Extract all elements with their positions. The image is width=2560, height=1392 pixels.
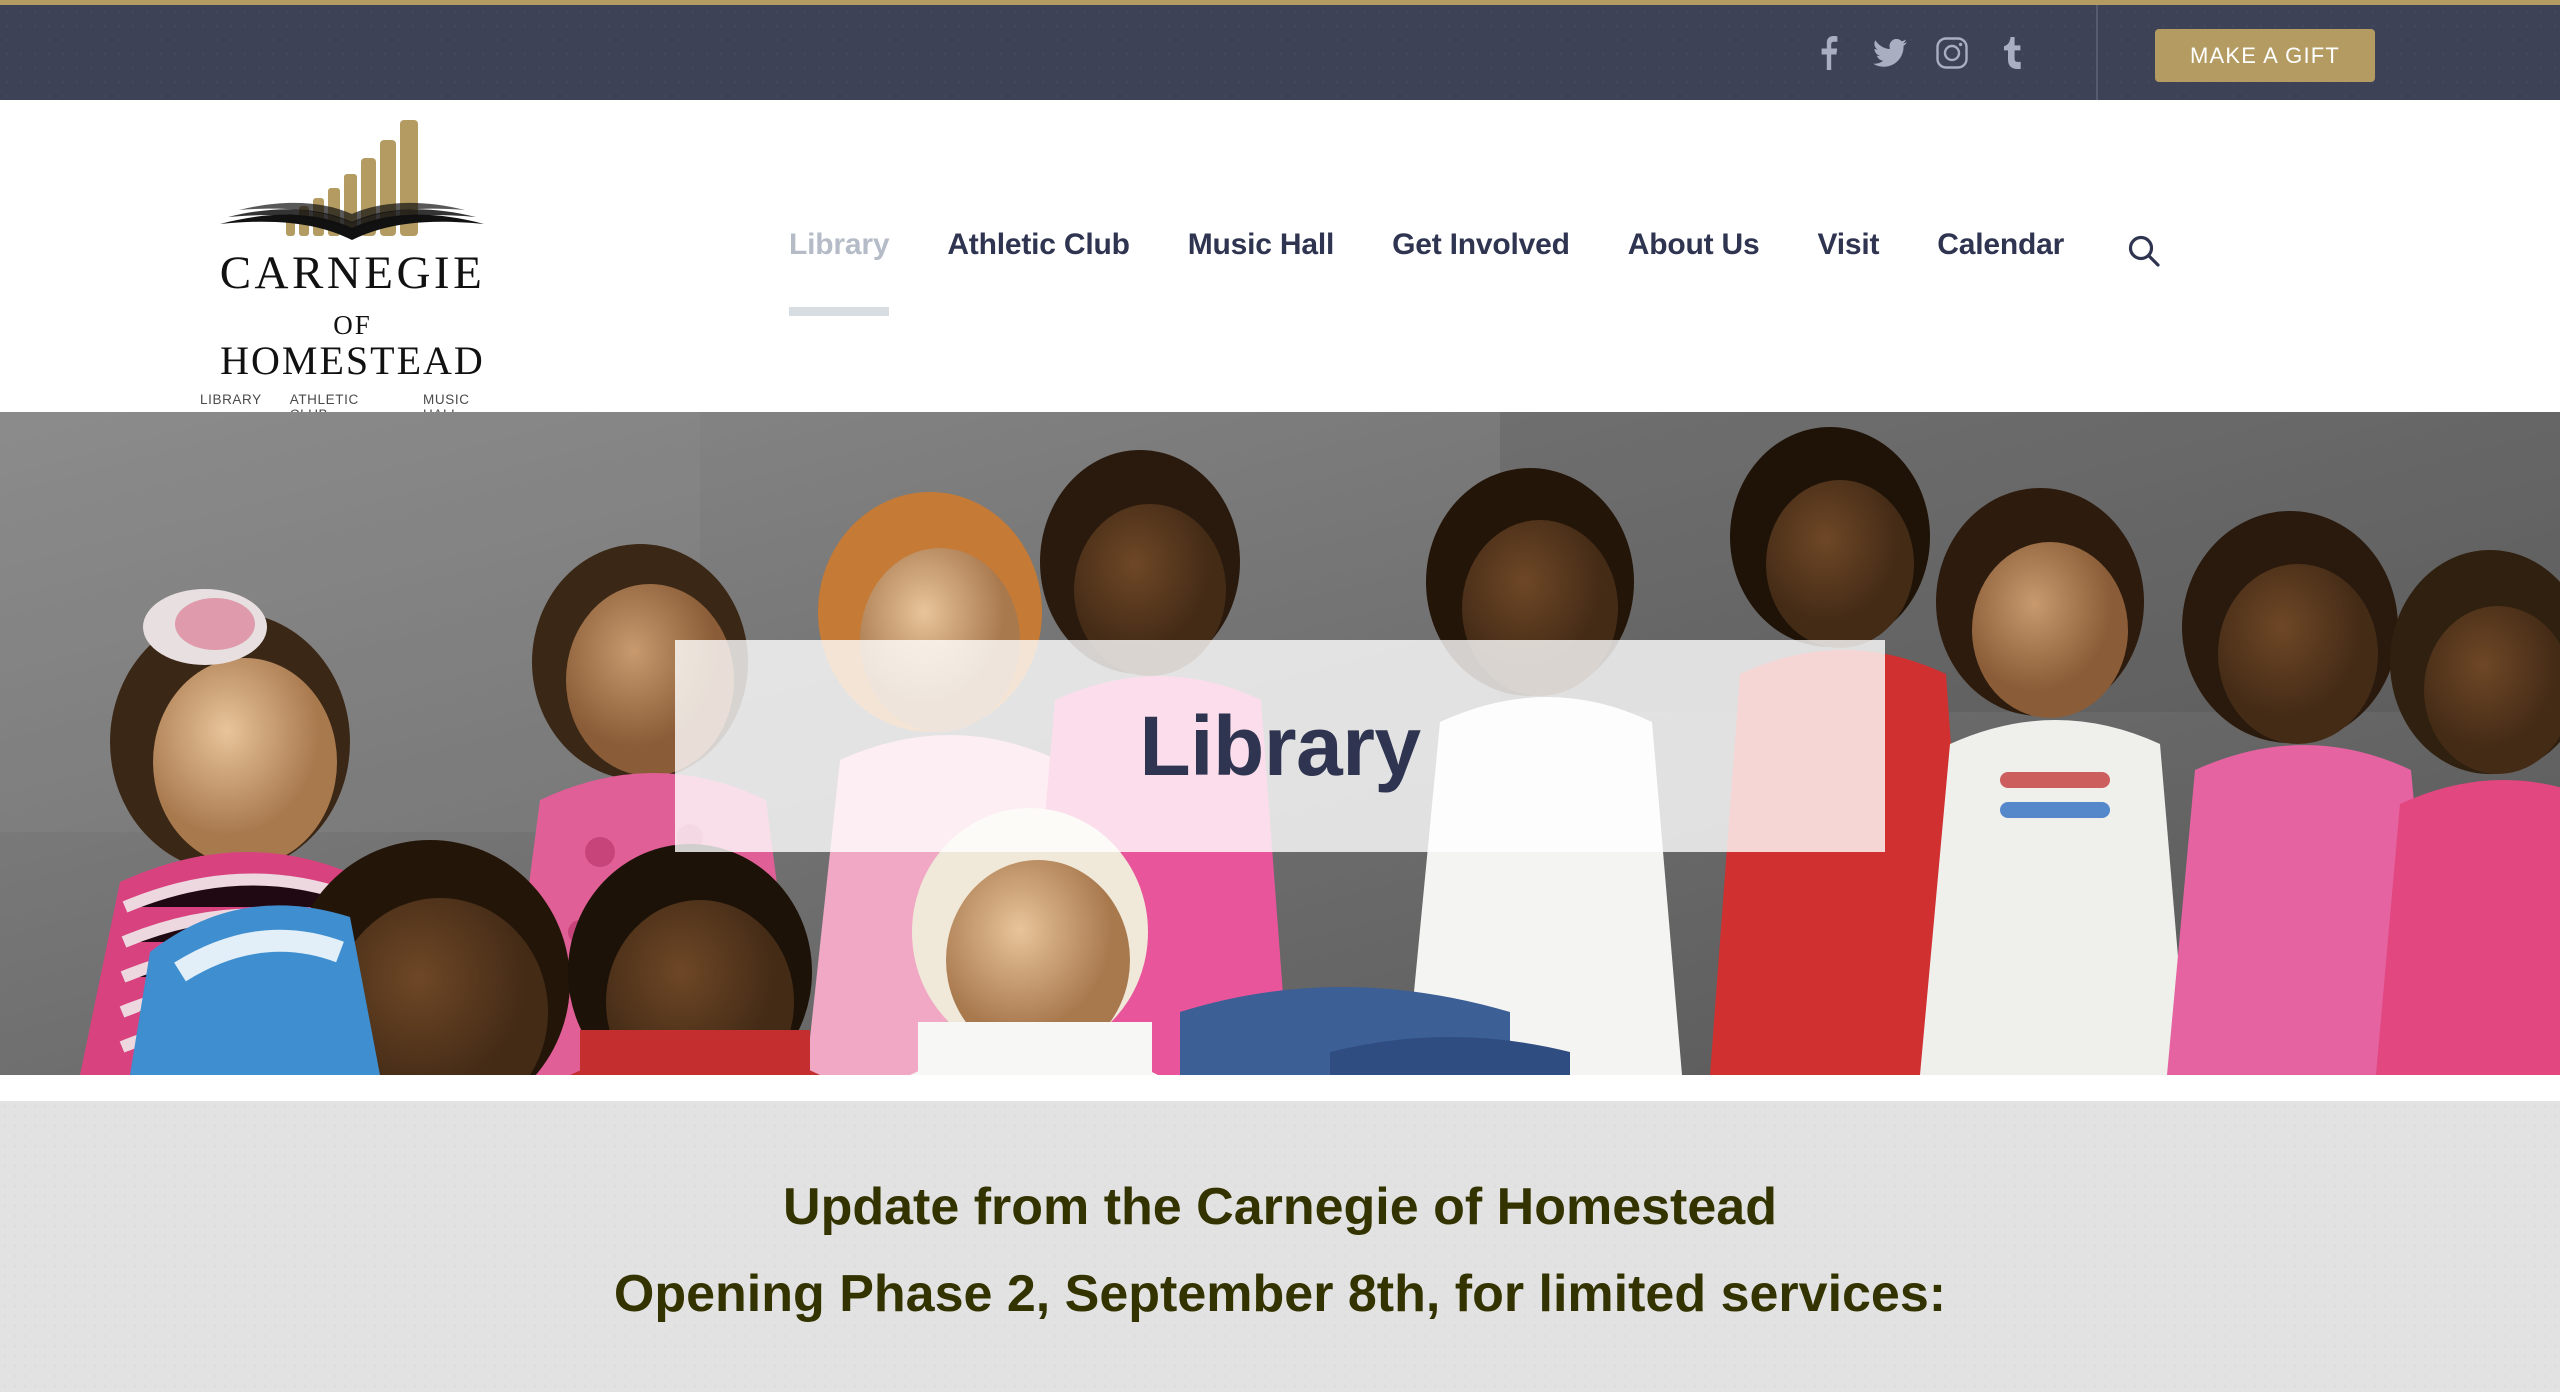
tumblr-icon[interactable] xyxy=(1996,35,2032,71)
instagram-icon[interactable] xyxy=(1934,35,1970,71)
logo-word-of: OF xyxy=(333,310,372,340)
announcement-section: Update from the Carnegie of Homestead Op… xyxy=(0,1101,2560,1392)
nav-item-athletic-club[interactable]: Athletic Club xyxy=(918,228,1158,262)
logo-pipes-and-book-icon xyxy=(200,118,505,250)
nav-item-get-involved[interactable]: Get Involved xyxy=(1363,228,1599,262)
logo-line-carnegie: CARNEGIE xyxy=(219,247,486,299)
page-root: MAKE A GIFT CARNEGIE OF HOMESTEAD LIBRAR… xyxy=(0,0,2560,1392)
make-a-gift-button[interactable]: MAKE A GIFT xyxy=(2155,29,2375,82)
main-navigation: Library Athletic Club Music Hall Get Inv… xyxy=(760,228,2167,316)
social-links xyxy=(1810,5,2032,100)
logo-line-of-homestead: OF HOMESTEAD xyxy=(200,301,505,381)
announcement-line-1: Update from the Carnegie of Homestead xyxy=(783,1178,1777,1236)
page-title: Library xyxy=(1139,698,1421,793)
site-logo[interactable]: CARNEGIE OF HOMESTEAD LIBRARY ATHLETIC C… xyxy=(200,118,505,422)
hero-title-overlay: Library xyxy=(675,640,1885,852)
logo-wordmark: CARNEGIE OF HOMESTEAD xyxy=(200,250,505,381)
nav-item-visit[interactable]: Visit xyxy=(1788,228,1908,262)
nav-item-about-us[interactable]: About Us xyxy=(1599,228,1789,262)
nav-item-library[interactable]: Library xyxy=(760,228,918,316)
facebook-icon[interactable] xyxy=(1810,35,1846,71)
announcement-line-2: Opening Phase 2, September 8th, for limi… xyxy=(613,1265,1947,1324)
logo-word-homestead: HOMESTEAD xyxy=(220,338,485,383)
utility-bar-divider xyxy=(2096,5,2098,100)
nav-item-music-hall[interactable]: Music Hall xyxy=(1159,228,1363,262)
site-header: CARNEGIE OF HOMESTEAD LIBRARY ATHLETIC C… xyxy=(0,100,2560,422)
search-icon[interactable] xyxy=(2121,228,2167,274)
hero-banner: Library xyxy=(0,412,2560,1075)
section-spacer xyxy=(0,1075,2560,1101)
nav-item-calendar[interactable]: Calendar xyxy=(1908,228,2093,262)
twitter-icon[interactable] xyxy=(1872,35,1908,71)
utility-bar: MAKE A GIFT xyxy=(0,5,2560,100)
